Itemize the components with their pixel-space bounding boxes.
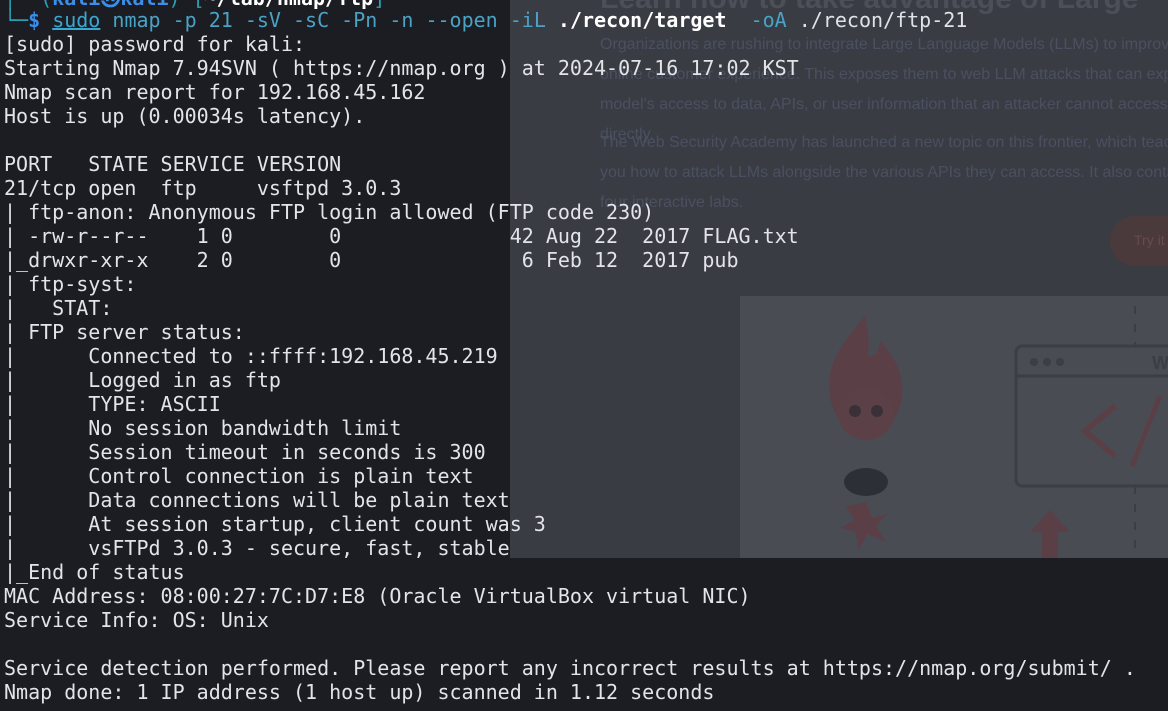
output-line: MAC Address: 08:00:27:7C:D7:E8 (Oracle V… [4,584,751,608]
output-line: Service detection performed. Please repo… [4,656,1136,680]
output-line: | No session bandwidth limit [4,416,402,440]
output-line: | Control connection is plain text [4,464,474,488]
prompt-corner: └─ [4,8,29,32]
output-line: | Logged in as ftp [4,368,281,392]
prompt-symbol: $ [28,8,41,32]
terminal-window[interactable]: ┌──(kali㉿kali)-[~/lab/nmap/ftp] └─$ sudo… [0,0,1168,711]
output-line: | vsFTPd 3.0.3 - secure, fast, stable [4,536,510,560]
output-line: 21/tcp open ftp vsftpd 3.0.3 [4,176,402,200]
output-line: |_drwxr-xr-x 2 0 0 6 Feb 12 2017 pub [4,248,739,272]
output-line: |_End of status [4,560,185,584]
command-line: └─$ sudo nmap -p 21 -sV -sC -Pn -n --ope… [4,8,967,32]
output-line: | TYPE: ASCII [4,392,221,416]
output-line: Host is up (0.00034s latency). [4,104,366,128]
output-line: | Connected to ::ffff:192.168.45.219 [4,344,498,368]
output-line: Starting Nmap 7.94SVN ( https://nmap.org… [4,56,799,80]
desktop-screen: Learn how to take advantage of Large Org… [0,0,1168,711]
output-line: Nmap scan report for 192.168.45.162 [4,80,426,104]
output-line: | Session timeout in seconds is 300 [4,440,486,464]
output-line: [sudo] password for kali: [4,32,306,56]
output-line: | ftp-syst: [4,272,137,296]
output-line: | ftp-anon: Anonymous FTP login allowed … [4,200,655,224]
output-line: | FTP server status: [4,320,245,344]
command-output-path: ./recon/ftp-21 [786,8,968,32]
output-line: | -rw-r--r-- 1 0 0 42 Aug 22 2017 FLAG.t… [4,224,799,248]
output-line: PORT STATE SERVICE VERSION [4,152,342,176]
command-sudo: sudo [52,8,101,32]
output-line: | At session startup, client count was 3 [4,512,546,536]
output-line: Nmap done: 1 IP address (1 host up) scan… [4,680,715,704]
output-line: Service Info: OS: Unix [4,608,269,632]
output-line: | STAT: [4,296,113,320]
output-line: | Data connections will be plain text [4,488,510,512]
command-target-file: ./recon/target [557,8,727,32]
command-output-flag: -oA [726,8,787,32]
command-arguments: nmap -p 21 -sV -sC -Pn -n --open -iL [100,8,558,32]
